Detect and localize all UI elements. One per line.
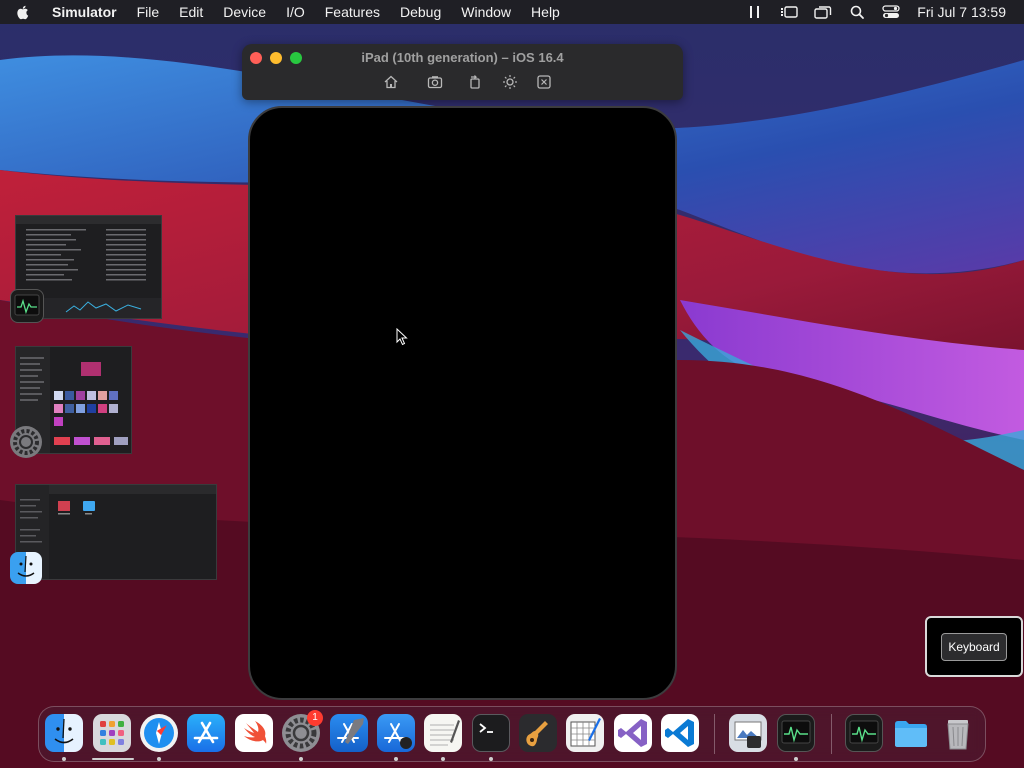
menu-debug[interactable]: Debug <box>400 4 441 20</box>
running-indicator <box>62 757 66 761</box>
textedit-icon <box>430 720 460 746</box>
screenshot-icon[interactable] <box>427 74 443 90</box>
dock-separator <box>831 714 832 754</box>
dock-terminal[interactable] <box>472 714 510 752</box>
app-store-icon <box>193 721 219 744</box>
activity-monitor-icon <box>14 294 40 316</box>
xcode-icon <box>337 718 364 744</box>
control-center-icon[interactable] <box>881 4 901 20</box>
running-indicator <box>489 757 493 761</box>
keyboard-button[interactable]: Keyboard <box>941 633 1007 661</box>
guitar-icon <box>526 721 548 747</box>
keyboard-shortcut-icon[interactable] <box>536 74 552 90</box>
running-indicator <box>394 757 398 761</box>
dock-preview[interactable] <box>729 714 767 752</box>
terminal-icon <box>479 723 493 733</box>
keyboard-overlay-panel: Keyboard <box>925 616 1023 677</box>
menu-features[interactable]: Features <box>325 4 380 20</box>
window-preview <box>16 485 216 579</box>
dock-finder[interactable] <box>45 714 83 752</box>
visual-studio-icon <box>618 719 647 747</box>
screen-mirroring-icon[interactable] <box>813 4 833 20</box>
running-indicator <box>794 757 798 761</box>
menu-io[interactable]: I/O <box>286 4 305 20</box>
dock-visual-studio[interactable] <box>614 714 652 752</box>
running-indicator <box>92 758 134 760</box>
menu-help[interactable]: Help <box>531 4 560 20</box>
menu-device[interactable]: Device <box>223 4 266 20</box>
dock-trash[interactable] <box>939 714 977 752</box>
sketch-icon <box>570 718 601 747</box>
trash-icon <box>947 720 969 750</box>
ipad-device-screen[interactable] <box>248 106 677 700</box>
simulator-window-titlebar[interactable]: iPad (10th generation) – iOS 16.4 <box>242 44 683 100</box>
finder-icon <box>54 718 74 744</box>
dock-textedit[interactable] <box>424 714 462 752</box>
dock-activity-monitor-window[interactable] <box>845 714 883 752</box>
sidebar-icon[interactable] <box>745 4 765 20</box>
dock-sketch[interactable] <box>566 714 604 752</box>
safari-icon <box>144 718 174 748</box>
dock-instruments[interactable] <box>377 714 415 752</box>
launchpad-icon <box>100 721 124 745</box>
dock-safari[interactable] <box>140 714 178 752</box>
instruments-icon <box>384 723 412 749</box>
stage-manager-icon[interactable] <box>779 4 799 20</box>
menu-app-name[interactable]: Simulator <box>52 4 117 20</box>
menu-extras: Fri Jul 7 13:59 <box>731 0 1006 24</box>
dock-activity-monitor[interactable] <box>777 714 815 752</box>
window-title: iPad (10th generation) – iOS 16.4 <box>361 50 564 65</box>
folder-icon <box>895 721 927 747</box>
search-icon[interactable] <box>847 4 867 20</box>
vscode-icon <box>665 719 694 747</box>
menu-edit[interactable]: Edit <box>179 4 203 20</box>
dock-app-store[interactable] <box>187 714 225 752</box>
finder-app-icon[interactable] <box>10 552 42 584</box>
notification-badge: 1 <box>307 710 323 726</box>
dock-separator <box>714 714 715 754</box>
preview-icon <box>734 721 762 748</box>
stage-window-finder[interactable] <box>15 484 217 580</box>
running-indicator <box>157 757 161 761</box>
menu-bar: Simulator File Edit Device I/O Features … <box>0 0 1024 24</box>
activity-monitor-app-icon[interactable] <box>10 289 44 323</box>
activity-monitor-icon <box>781 720 811 744</box>
dock-xcode[interactable] <box>330 714 368 752</box>
swift-icon <box>244 721 267 744</box>
rotate-icon[interactable] <box>467 74 483 90</box>
dock-garageband[interactable] <box>519 714 557 752</box>
dock-launchpad[interactable] <box>93 714 131 752</box>
running-indicator <box>441 757 445 761</box>
appearance-icon[interactable] <box>502 74 518 90</box>
dock-swift-playgrounds[interactable] <box>235 714 273 752</box>
menu-window[interactable]: Window <box>461 4 511 20</box>
menu-clock[interactable]: Fri Jul 7 13:59 <box>917 4 1006 20</box>
gear-icon <box>13 429 39 455</box>
menu-file[interactable]: File <box>137 4 160 20</box>
system-settings-app-icon[interactable] <box>10 426 42 458</box>
dock-downloads-folder[interactable] <box>892 714 930 752</box>
dock-vs-code[interactable] <box>661 714 699 752</box>
home-icon[interactable] <box>383 74 399 90</box>
apple-menu-icon[interactable] <box>14 3 32 21</box>
activity-monitor-icon <box>849 720 879 744</box>
running-indicator <box>299 757 303 761</box>
mouse-cursor <box>396 328 408 346</box>
dock <box>38 706 986 762</box>
finder-icon <box>17 555 35 577</box>
